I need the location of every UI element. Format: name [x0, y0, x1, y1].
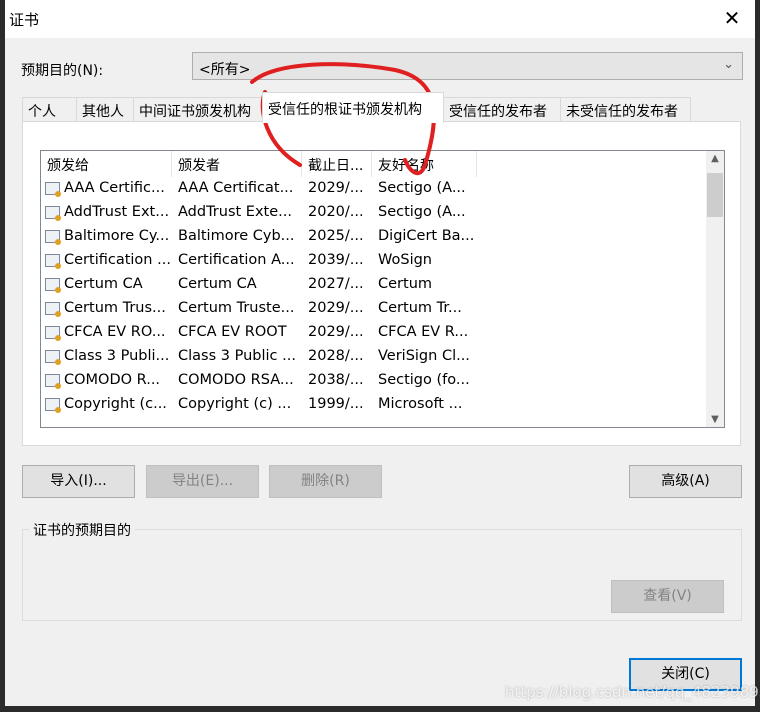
- table-cell: AddTrust Exte...: [178, 204, 292, 220]
- certificate-icon: [45, 278, 61, 293]
- vertical-scrollbar[interactable]: ▲ ▼: [706, 151, 724, 427]
- column-header-friendly-name[interactable]: 友好名称: [372, 151, 477, 177]
- tab-personal[interactable]: 个人: [22, 97, 77, 122]
- table-cell: 2038/...: [308, 372, 364, 388]
- purpose-value: <所有>: [199, 62, 251, 78]
- table-cell: WoSign: [378, 252, 432, 268]
- table-cell: 2029/...: [308, 300, 364, 316]
- tab-label: 个人: [28, 104, 56, 120]
- table-cell: AddTrust Ext...: [64, 204, 170, 220]
- table-cell: Certum CA: [178, 276, 257, 292]
- table-cell: AAA Certificat...: [178, 180, 294, 196]
- tab-trusted-publishers[interactable]: 受信任的发布者: [443, 97, 561, 122]
- window-title: 证书: [9, 11, 40, 29]
- column-header-issued-by[interactable]: 颁发者: [172, 151, 302, 177]
- table-cell: Certum: [378, 276, 433, 292]
- title-bar: 证书 ✕: [5, 0, 755, 38]
- table-row[interactable]: Class 3 Publi... Class 3 Public ... 2028/.…: [41, 345, 707, 369]
- scroll-up-icon[interactable]: ▲: [706, 153, 724, 164]
- table-cell: Copyright (c...: [64, 396, 167, 412]
- table-cell: Certum Tr...: [378, 300, 462, 316]
- table-cell: AAA Certific...: [64, 180, 165, 196]
- certificate-icon: [45, 254, 61, 269]
- certificate-icon: [45, 350, 61, 365]
- import-button[interactable]: 导入(I)...: [22, 465, 135, 498]
- table-cell: Sectigo (A...: [378, 180, 466, 196]
- certificates-dialog: 证书 ✕ 预期目的(N): <所有> ⌄ 个人 其他人 中间证书颁发机构 受信任…: [5, 0, 755, 706]
- certificate-icon: [45, 302, 61, 317]
- table-cell: 2028/...: [308, 348, 364, 364]
- table-cell: Certum CA: [64, 276, 143, 292]
- table-row[interactable]: AddTrust Ext... AddTrust Exte... 2020/... S…: [41, 201, 707, 225]
- tab-label: 未受信任的发布者: [566, 104, 678, 120]
- table-cell: VeriSign Cl...: [378, 348, 470, 364]
- tab-untrusted-publishers[interactable]: 未受信任的发布者: [560, 97, 691, 122]
- table-row[interactable]: Baltimore Cy... Baltimore Cyb... 2025/... D…: [41, 225, 707, 249]
- scroll-thumb[interactable]: [707, 173, 723, 217]
- table-cell: Certum Truste...: [178, 300, 295, 316]
- certificate-icon: [45, 326, 61, 341]
- table-cell: COMODO RSA...: [178, 372, 294, 388]
- column-header-issued-to[interactable]: 颁发给: [41, 151, 172, 177]
- close-icon[interactable]: ✕: [709, 0, 755, 38]
- table-row[interactable]: Certum CA Certum CA 2027/... Certum: [41, 273, 707, 297]
- tab-intermediate-ca[interactable]: 中间证书颁发机构: [133, 97, 263, 122]
- table-cell: 2025/...: [308, 228, 364, 244]
- table-cell: COMODO R...: [64, 372, 161, 388]
- certificate-icon: [45, 230, 61, 245]
- table-cell: Certification ...: [64, 252, 171, 268]
- table-cell: Sectigo (A...: [378, 204, 466, 220]
- scroll-down-icon[interactable]: ▼: [706, 414, 724, 425]
- table-row[interactable]: Copyright (c... Copyright (c) ... 1999/...…: [41, 393, 707, 417]
- column-header-expiration[interactable]: 截止日...: [302, 151, 372, 177]
- table-cell: Baltimore Cyb...: [178, 228, 295, 244]
- table-cell: 1999/...: [308, 396, 364, 412]
- tab-other-people[interactable]: 其他人: [76, 97, 134, 122]
- table-row[interactable]: Certum Trus... Certum Truste... 2029/... Ce…: [41, 297, 707, 321]
- certificate-list[interactable]: 颁发给 颁发者 截止日... 友好名称 AAA Certific... AAA C…: [40, 150, 725, 428]
- tab-label: 其他人: [82, 104, 124, 120]
- chevron-down-icon: ⌄: [723, 57, 734, 72]
- tab-label: 中间证书颁发机构: [139, 104, 251, 120]
- table-cell: 2020/...: [308, 204, 364, 220]
- table-cell: Certum Trus...: [64, 300, 166, 316]
- table-row[interactable]: AAA Certific... AAA Certificat... 2029/...…: [41, 177, 707, 201]
- table-cell: Microsoft ...: [378, 396, 463, 412]
- purpose-label: 预期目的(N):: [21, 63, 104, 79]
- table-cell: 2029/...: [308, 324, 364, 340]
- table-cell: CFCA EV RO...: [64, 324, 166, 340]
- table-cell: CFCA EV ROOT: [178, 324, 287, 340]
- table-cell: Copyright (c) ...: [178, 396, 292, 412]
- table-cell: Class 3 Publi...: [64, 348, 170, 364]
- certificate-icon: [45, 206, 61, 221]
- table-cell: 2029/...: [308, 180, 364, 196]
- watermark: https://blog.csdn.net/qq_48239893: [505, 683, 760, 701]
- tab-label: 受信任的发布者: [449, 104, 547, 120]
- table-row[interactable]: CFCA EV RO... CFCA EV ROOT 2029/... CFCA EV…: [41, 321, 707, 345]
- export-button[interactable]: 导出(E)...: [146, 465, 259, 498]
- table-cell: CFCA EV R...: [378, 324, 469, 340]
- table-cell: Certification A...: [178, 252, 295, 268]
- tab-label: 受信任的根证书颁发机构: [268, 102, 422, 118]
- purpose-select[interactable]: <所有> ⌄: [192, 52, 743, 80]
- tab-trusted-root-ca[interactable]: 受信任的根证书颁发机构: [262, 92, 444, 123]
- table-cell: DigiCert Ba...: [378, 228, 475, 244]
- intended-purposes-label: 证书的预期目的: [29, 520, 135, 540]
- certificate-icon: [45, 374, 61, 389]
- remove-button[interactable]: 删除(R): [269, 465, 382, 498]
- table-row[interactable]: Certification ... Certification A... 2039/…: [41, 249, 707, 273]
- certificate-icon: [45, 182, 61, 197]
- view-button[interactable]: 查看(V): [611, 580, 724, 613]
- table-cell: Baltimore Cy...: [64, 228, 170, 244]
- table-cell: Sectigo (fo...: [378, 372, 470, 388]
- advanced-button[interactable]: 高级(A): [629, 465, 742, 498]
- table-cell: 2039/...: [308, 252, 364, 268]
- table-cell: 2027/...: [308, 276, 364, 292]
- table-cell: Class 3 Public ...: [178, 348, 296, 364]
- table-row[interactable]: COMODO R... COMODO RSA... 2038/... Sectigo …: [41, 369, 707, 393]
- certificate-icon: [45, 398, 61, 413]
